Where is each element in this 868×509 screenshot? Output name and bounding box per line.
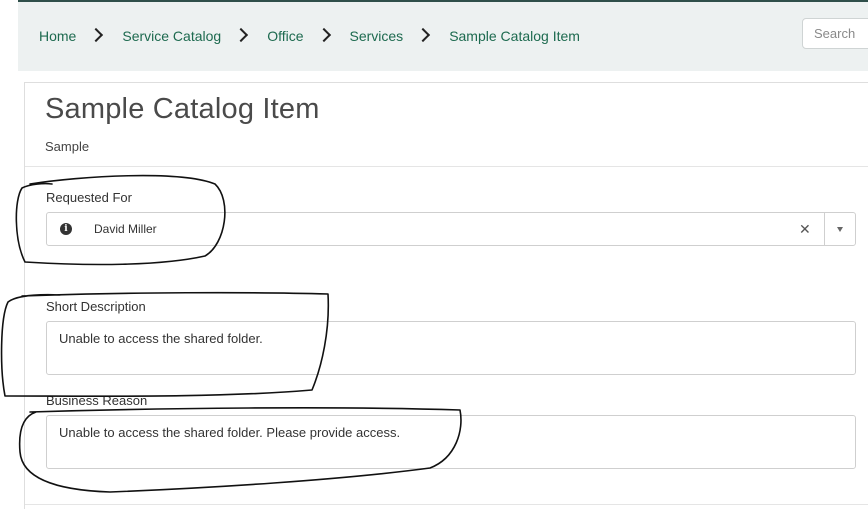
requested-for-value: David Miller (94, 222, 157, 236)
business-reason-label: Business Reason (46, 393, 148, 408)
divider (25, 166, 868, 167)
short-description-label: Short Description (46, 299, 146, 314)
requested-for-field[interactable]: i David Miller ✕ (46, 212, 856, 246)
page-title: Sample Catalog Item (45, 93, 320, 125)
breadcrumb: Home Service Catalog Office Services Sam… (39, 27, 580, 44)
page: Home Service Catalog Office Services Sam… (0, 0, 868, 509)
breadcrumb-home[interactable]: Home (39, 28, 76, 44)
page-subtitle: Sample (45, 139, 90, 154)
business-reason-field[interactable]: Unable to access the shared folder. Plea… (46, 415, 856, 469)
requested-for-label: Requested For (46, 190, 132, 205)
info-circle-icon[interactable]: i (60, 223, 72, 235)
close-icon[interactable]: ✕ (799, 221, 811, 238)
breadcrumb-services[interactable]: Services (350, 28, 404, 44)
chevron-right-icon (316, 27, 331, 43)
breadcrumb-service-catalog[interactable]: Service Catalog (122, 28, 221, 44)
caret-down-icon (837, 227, 843, 232)
divider (25, 504, 868, 505)
catalog-item-panel: Sample Catalog Item Sample Requested For… (24, 82, 868, 509)
chevron-right-icon (234, 27, 249, 43)
chevron-right-icon (416, 27, 431, 43)
breadcrumb-current-item[interactable]: Sample Catalog Item (449, 28, 580, 44)
dropdown-button[interactable] (824, 213, 856, 245)
breadcrumb-header: Home Service Catalog Office Services Sam… (18, 0, 868, 71)
short-description-field[interactable]: Unable to access the shared folder. (46, 321, 856, 375)
chevron-right-icon (89, 27, 104, 43)
breadcrumb-office[interactable]: Office (267, 28, 303, 44)
search-input[interactable] (802, 18, 868, 49)
